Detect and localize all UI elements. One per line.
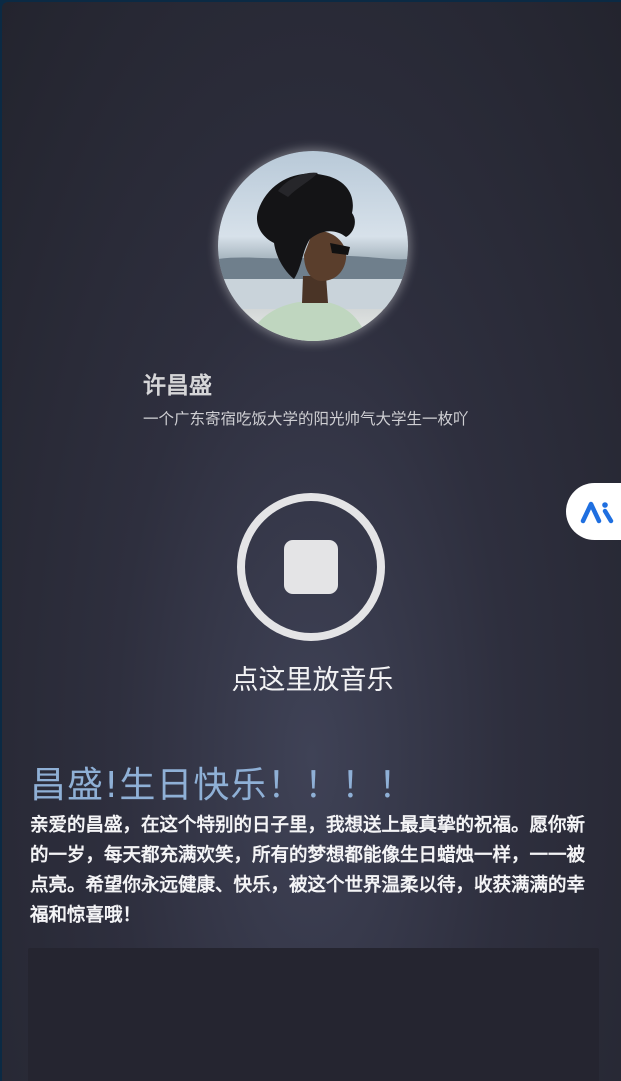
page: 许昌盛 一个广东寄宿吃饭大学的阳光帅气大学生一枚吖 点这里放音乐 昌盛!生日快乐… [2, 2, 621, 1081]
music-label[interactable]: 点这里放音乐 [2, 658, 621, 697]
profile-bio: 一个广东寄宿吃饭大学的阳光帅气大学生一枚吖 [143, 410, 469, 428]
ai-assistant-button[interactable] [566, 483, 621, 540]
content-panel [28, 948, 599, 1081]
avatar [218, 151, 408, 341]
avatar-photo [218, 172, 408, 341]
greeting-message: 亲爱的昌盛，在这个特别的日子里，我想送上最真挚的祝福。愿你新的一岁，每天都充满欢… [30, 815, 586, 926]
music-toggle-button[interactable] [235, 491, 387, 643]
ai-assistant-icon [580, 501, 614, 524]
greeting-title: 昌盛!生日快乐！！！！ [30, 765, 416, 806]
stop-icon [237, 493, 385, 641]
profile-name: 许昌盛 [143, 373, 212, 399]
